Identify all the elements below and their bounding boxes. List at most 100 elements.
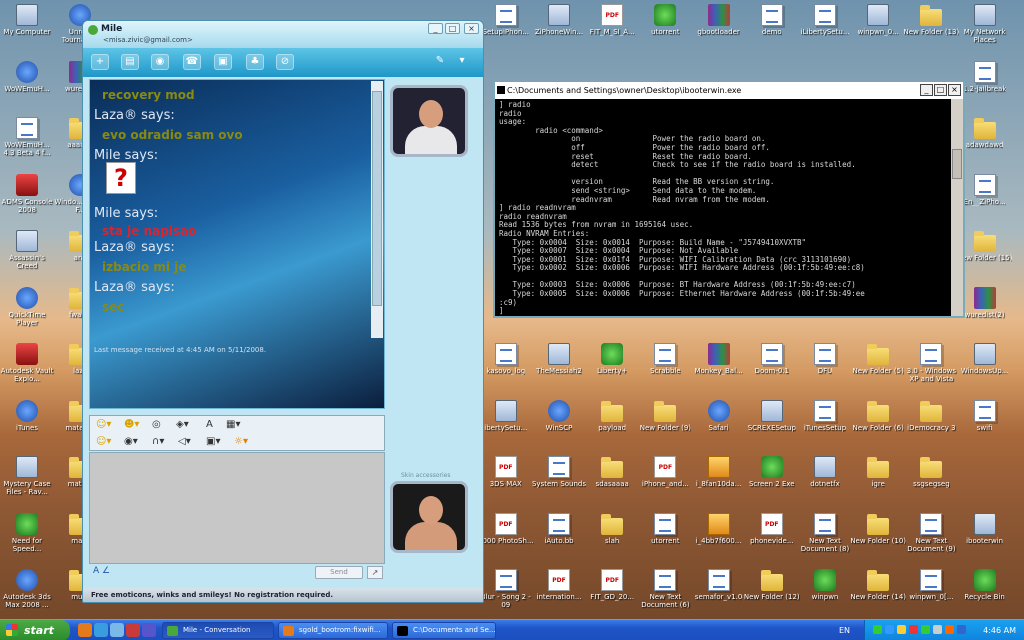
command-prompt-window[interactable]: C:\Documents and Settings\owner\Desktop\… bbox=[493, 82, 965, 318]
desktop-icon[interactable]: demo bbox=[743, 4, 801, 36]
tray-icon-2[interactable] bbox=[885, 625, 894, 634]
desktop-icon[interactable]: i_4bb7f600... bbox=[690, 512, 748, 545]
messenger-icon[interactable] bbox=[142, 623, 156, 637]
call-icon[interactable]: ☎ bbox=[183, 54, 201, 70]
task-browser[interactable]: sgold_bootrom:fixwifi... bbox=[278, 622, 388, 639]
firefox-icon[interactable] bbox=[78, 623, 92, 637]
smiley-icon[interactable]: ☺▾ bbox=[96, 435, 111, 449]
desktop-icon[interactable]: New Text Document (9) bbox=[902, 512, 960, 553]
desktop-icon[interactable]: 3DS MAX bbox=[477, 456, 535, 488]
desktop-icon[interactable]: Liberty+ bbox=[583, 343, 641, 375]
tray-icon-4[interactable] bbox=[909, 625, 918, 634]
scrollbar-thumb[interactable] bbox=[372, 91, 382, 306]
chat-scrollbar[interactable] bbox=[371, 81, 383, 338]
desktop-icon[interactable]: New Text Document (6) bbox=[636, 569, 694, 609]
close-button[interactable]: × bbox=[464, 23, 479, 34]
desktop-icon[interactable]: SCREXESetup bbox=[743, 399, 801, 432]
games-icon[interactable]: ♣ bbox=[246, 54, 264, 70]
speaker-icon[interactable]: ◁▾ bbox=[178, 435, 191, 449]
desktop-icon[interactable]: dotnetfx bbox=[796, 456, 854, 488]
desktop-icon[interactable]: New Folder (10) bbox=[849, 513, 907, 545]
desktop-icon[interactable]: 3.0 - Windows XP and Vista bbox=[902, 343, 960, 383]
desktop-icon[interactable]: ADMS Console 2008 bbox=[0, 173, 56, 214]
desktop-icon[interactable]: ibooterwin bbox=[956, 512, 1014, 545]
desktop-icon[interactable]: WindowsUp... bbox=[956, 343, 1014, 375]
close-button[interactable]: × bbox=[948, 84, 961, 96]
desktop-icon[interactable]: System Sounds bbox=[530, 456, 588, 488]
desktop-icon[interactable]: Recycle Bin bbox=[956, 569, 1014, 601]
desktop-icon[interactable]: iTunes bbox=[0, 399, 56, 432]
desktop-icon[interactable]: iDemocracy 3 bbox=[902, 400, 960, 432]
desktop-icon[interactable]: Safari bbox=[690, 399, 748, 432]
volume-icon[interactable] bbox=[957, 625, 966, 634]
minimize-button[interactable]: _ bbox=[428, 23, 443, 34]
desktop-icon[interactable]: New Folder (12) bbox=[743, 569, 801, 601]
desktop-icon[interactable]: ibertySetu... bbox=[477, 399, 535, 432]
handwriting-icon[interactable]: A ∠ bbox=[93, 566, 110, 576]
skin-accessories-link[interactable]: Skin accessories bbox=[401, 472, 451, 479]
contact-avatar[interactable] bbox=[390, 85, 468, 157]
ie-icon[interactable] bbox=[94, 623, 108, 637]
show-desktop-icon[interactable] bbox=[110, 623, 124, 637]
desktop-icon[interactable]: iTunesSetup bbox=[796, 399, 854, 432]
messenger-titlebar[interactable]: Mile <misa.zivic@gmail.com> _ □ × bbox=[83, 21, 483, 47]
desktop-icon[interactable]: FIT_GD_20... bbox=[583, 569, 641, 601]
desktop-icon[interactable]: utorrent bbox=[636, 4, 694, 36]
task-messenger[interactable]: Mile - Conversation bbox=[162, 622, 274, 639]
tray-icon-3[interactable] bbox=[897, 625, 906, 634]
desktop-icon[interactable]: FIT_M_SI_A... bbox=[583, 4, 641, 36]
wink-icon[interactable]: ☻▾ bbox=[124, 418, 139, 432]
desktop-icon[interactable]: 1000 PhotoSh... bbox=[477, 512, 535, 545]
desktop-icon[interactable]: DFU bbox=[796, 343, 854, 375]
desktop-icon[interactable]: phonevide... bbox=[743, 512, 801, 545]
headset-icon[interactable]: ∩▾ bbox=[152, 435, 164, 449]
desktop-icon[interactable]: igre bbox=[849, 456, 907, 488]
desktop-icon[interactable]: My Network Places bbox=[956, 4, 1014, 44]
paint-icon[interactable]: ✎ bbox=[431, 54, 449, 70]
block-icon[interactable]: ⊘ bbox=[276, 54, 294, 70]
desktop-icon[interactable]: New Folder (14) bbox=[849, 569, 907, 601]
desktop-icon[interactable]: TheMessiah2 bbox=[530, 343, 588, 375]
font-icon[interactable]: A bbox=[206, 418, 213, 432]
desktop-icon[interactable]: slah bbox=[583, 513, 641, 545]
desktop-icon[interactable]: Autodesk Vault Explo... bbox=[0, 343, 56, 383]
nudge-icon[interactable]: ◎ bbox=[152, 418, 161, 432]
desktop-icon[interactable]: New Folder (6) bbox=[849, 400, 907, 432]
background-icon[interactable]: ▦▾ bbox=[226, 418, 240, 432]
desktop-icon[interactable]: semafor_v1.0 bbox=[690, 569, 748, 601]
desktop-icon[interactable]: kasovo_log bbox=[477, 343, 535, 375]
message-input[interactable] bbox=[89, 452, 385, 564]
desktop-icon[interactable]: New Folder (5) bbox=[849, 343, 907, 375]
search-button[interactable]: ↗ bbox=[367, 566, 383, 579]
photo-share-icon[interactable]: ▣▾ bbox=[206, 435, 220, 449]
activities-icon[interactable]: ▣ bbox=[214, 54, 232, 70]
emoticon-icon[interactable]: ☺▾ bbox=[96, 418, 111, 432]
desktop-icon[interactable]: utorrent bbox=[636, 512, 694, 545]
desktop-icon[interactable]: Need for Speed... bbox=[0, 512, 56, 553]
cmd-titlebar[interactable]: C:\Documents and Settings\owner\Desktop\… bbox=[495, 82, 963, 99]
tray-icon-5[interactable] bbox=[921, 625, 930, 634]
desktop-icon[interactable]: Monkey_Bal... bbox=[690, 343, 748, 375]
own-avatar[interactable] bbox=[390, 481, 468, 553]
start-button[interactable]: start bbox=[0, 620, 70, 640]
desktop-icon[interactable]: Screen 2 Exe bbox=[743, 456, 801, 488]
desktop-icon[interactable]: My Computer bbox=[0, 4, 56, 36]
desktop-icon[interactable]: iLibertySetu... bbox=[796, 4, 854, 36]
send-files-icon[interactable]: ▤ bbox=[121, 54, 139, 70]
desktop-icon[interactable]: payload bbox=[583, 400, 641, 432]
desktop-icon[interactable]: swifi bbox=[956, 399, 1014, 432]
webcam-icon[interactable]: ◉ bbox=[151, 54, 169, 70]
desktop-icon[interactable]: Blur - Song 2 - 09 bbox=[477, 569, 535, 609]
maximize-button[interactable]: □ bbox=[445, 23, 460, 34]
desktop-icon[interactable]: New Folder (13) bbox=[902, 4, 960, 36]
send-button[interactable]: Send bbox=[315, 566, 363, 579]
media-icon[interactable] bbox=[126, 623, 140, 637]
desktop-icon[interactable]: winpwn_0... bbox=[849, 4, 907, 36]
desktop-icon[interactable]: winpwn_0[... bbox=[902, 569, 960, 601]
menu-icon[interactable]: ▾ bbox=[453, 54, 471, 70]
desktop-icon[interactable]: winpwn bbox=[796, 569, 854, 601]
desktop-icon[interactable]: Assassin's Creed bbox=[0, 230, 56, 270]
desktop-icon[interactable]: ssgsegseg bbox=[902, 456, 960, 488]
tray-icon-7[interactable] bbox=[945, 625, 954, 634]
scrollbar-thumb[interactable] bbox=[952, 149, 962, 179]
